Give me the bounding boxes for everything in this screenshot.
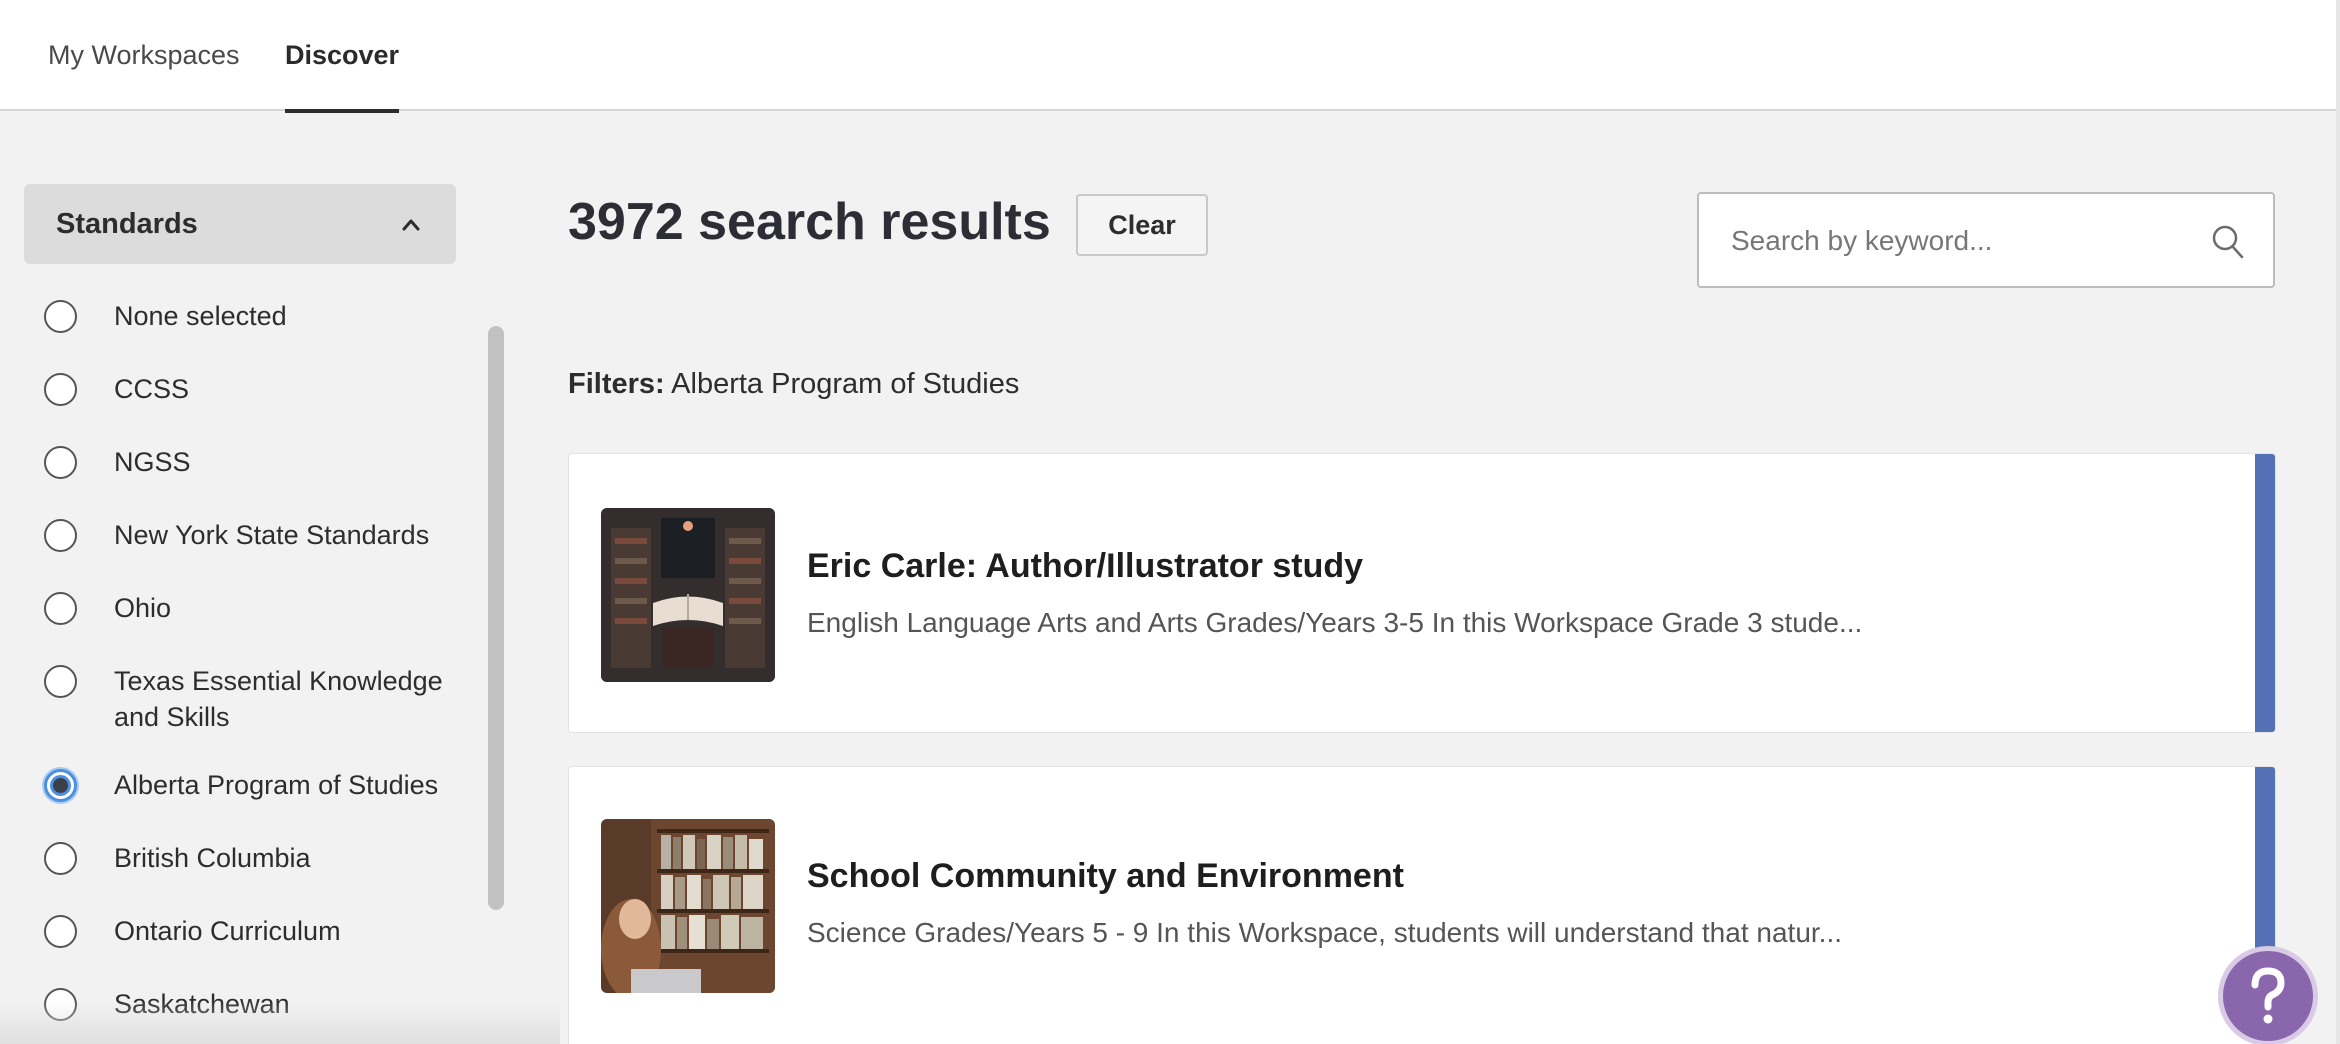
search-icon[interactable] bbox=[2211, 224, 2245, 260]
radio-button[interactable] bbox=[44, 592, 77, 625]
bookshelf-student-image bbox=[601, 819, 775, 993]
standard-option-label: None selected bbox=[114, 301, 287, 331]
result-card[interactable]: Eric Carle: Author/Illustrator study Eng… bbox=[568, 453, 2276, 733]
question-mark-icon bbox=[2251, 967, 2285, 1024]
clear-button[interactable]: Clear bbox=[1076, 194, 1208, 256]
help-button[interactable] bbox=[2218, 946, 2318, 1044]
radio-button[interactable] bbox=[44, 300, 77, 333]
tab-my-workspaces[interactable]: My Workspaces bbox=[48, 0, 240, 111]
filters-label: Filters: bbox=[568, 368, 665, 400]
search-box bbox=[1697, 192, 2275, 288]
result-accent-bar bbox=[2255, 454, 2275, 732]
standard-option-label: Ohio bbox=[114, 593, 172, 623]
result-title[interactable]: Eric Carle: Author/Illustrator study bbox=[807, 547, 1363, 586]
result-thumbnail bbox=[601, 508, 775, 682]
filters-value: Alberta Program of Studies bbox=[671, 368, 1020, 400]
radio-button[interactable] bbox=[44, 665, 77, 698]
tab-discover[interactable]: Discover bbox=[285, 0, 400, 113]
standard-option-ccss[interactable]: CCSS bbox=[44, 371, 464, 407]
standard-option-alberta[interactable]: Alberta Program of Studies bbox=[44, 767, 464, 803]
radio-button[interactable] bbox=[44, 915, 77, 948]
active-filters: Filters: Alberta Program of Studies bbox=[568, 368, 1019, 401]
standard-option-none-selected[interactable]: None selected bbox=[44, 298, 464, 334]
radio-button[interactable] bbox=[44, 373, 77, 406]
standards-section-title: Standards bbox=[56, 207, 198, 240]
standard-option-texas[interactable]: Texas Essential Knowledge and Skills bbox=[44, 663, 464, 735]
standard-option-british-columbia[interactable]: British Columbia bbox=[44, 840, 464, 876]
standard-option-label: Ontario Curriculum bbox=[114, 916, 341, 946]
result-card[interactable]: School Community and Environment Science… bbox=[568, 766, 2276, 1044]
results-count-heading: 3972 search results bbox=[568, 193, 1051, 251]
result-description: Science Grades/Years 5 - 9 In this Works… bbox=[807, 917, 1843, 948]
radio-button[interactable] bbox=[44, 519, 77, 552]
standards-section-toggle[interactable]: Standards bbox=[24, 184, 456, 264]
standard-option-label: Texas Essential Knowledge and Skills bbox=[114, 666, 443, 732]
standard-option-label: New York State Standards bbox=[114, 520, 430, 550]
standard-option-label: British Columbia bbox=[114, 843, 311, 873]
standard-option-label: CCSS bbox=[114, 374, 190, 404]
standard-option-label: NGSS bbox=[114, 447, 191, 477]
radio-button-selected[interactable] bbox=[44, 769, 77, 802]
standard-option-label: Alberta Program of Studies bbox=[114, 770, 439, 800]
bottom-fade bbox=[0, 1000, 560, 1044]
chevron-up-icon bbox=[402, 219, 420, 231]
top-navigation-bar: My Workspaces Discover bbox=[0, 0, 2340, 113]
standard-option-new-york[interactable]: New York State Standards bbox=[44, 517, 464, 553]
result-description: English Language Arts and Arts Grades/Ye… bbox=[807, 607, 1863, 638]
standard-option-ontario[interactable]: Ontario Curriculum bbox=[44, 913, 464, 949]
sidebar-scrollbar[interactable] bbox=[488, 326, 504, 910]
search-input[interactable] bbox=[1731, 216, 2191, 266]
radio-button[interactable] bbox=[44, 842, 77, 875]
result-title[interactable]: School Community and Environment bbox=[807, 857, 1404, 896]
radio-button[interactable] bbox=[44, 446, 77, 479]
window-edge bbox=[2336, 0, 2340, 1044]
result-thumbnail bbox=[601, 819, 775, 993]
standard-option-ngss[interactable]: NGSS bbox=[44, 444, 464, 480]
library-book-image bbox=[601, 508, 775, 682]
standard-option-ohio[interactable]: Ohio bbox=[44, 590, 464, 626]
